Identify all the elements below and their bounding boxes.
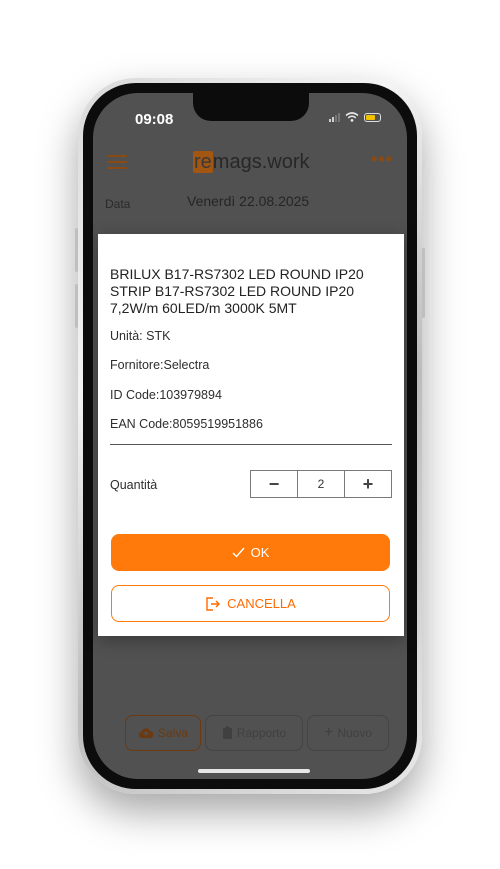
more-options-icon[interactable]: ••• [371,149,393,170]
phone-side-button [75,228,78,272]
cloud-upload-icon [138,728,154,739]
exit-icon [206,596,221,611]
app-logo: remags.work [193,151,310,174]
divider [110,444,392,445]
decrement-button[interactable]: − [251,471,297,497]
signal-icon [329,112,340,122]
date-label: Data [105,197,131,211]
report-button[interactable]: Rapporto [205,715,303,751]
new-label: Nuovo [337,726,373,740]
date-value[interactable]: Venerdì 22.08.2025 [187,193,309,209]
save-button[interactable]: Salva [125,715,201,751]
cancel-label: CANCELLA [227,596,296,611]
menu-icon[interactable] [107,155,127,169]
phone-side-button [75,284,78,328]
new-button[interactable]: + Nuovo [307,715,389,751]
wifi-icon [345,112,359,122]
cancel-button[interactable]: CANCELLA [111,585,390,622]
quantity-stepper: − 2 + [250,470,392,498]
phone-power-button [422,248,425,318]
home-indicator[interactable] [198,769,310,773]
status-icons [329,112,381,122]
plus-icon: + [323,724,334,741]
logo-prefix: re [193,151,213,173]
ok-label: OK [250,545,270,560]
battery-icon [364,112,381,122]
clipboard-icon [222,726,232,739]
status-time: 09:08 [135,111,174,128]
item-dialog: BRILUX B17-RS7302 LED ROUND IP20 STRIP B… [98,234,404,636]
quantity-input[interactable]: 2 [297,471,345,497]
checkmark-icon [232,547,245,558]
item-title: BRILUX B17-RS7302 LED ROUND IP20 STRIP B… [110,266,364,316]
logo-text: mags.work [212,151,310,173]
item-id-code: ID Code:103979894 [110,388,222,402]
increment-button[interactable]: + [345,471,391,497]
phone-notch [193,93,309,121]
item-ean-code: EAN Code:8059519951886 [110,417,263,431]
app-bar: remags.work ••• [93,141,407,181]
bottom-toolbar: Salva Rapporto + Nuovo [93,715,407,751]
save-label: Salva [157,726,189,740]
item-unit: Unità: STK [110,329,171,343]
item-supplier: Fornitore:Selectra [110,358,210,372]
quantity-label: Quantità [110,478,158,492]
report-label: Rapporto [236,726,287,740]
ok-button[interactable]: OK [111,534,390,571]
